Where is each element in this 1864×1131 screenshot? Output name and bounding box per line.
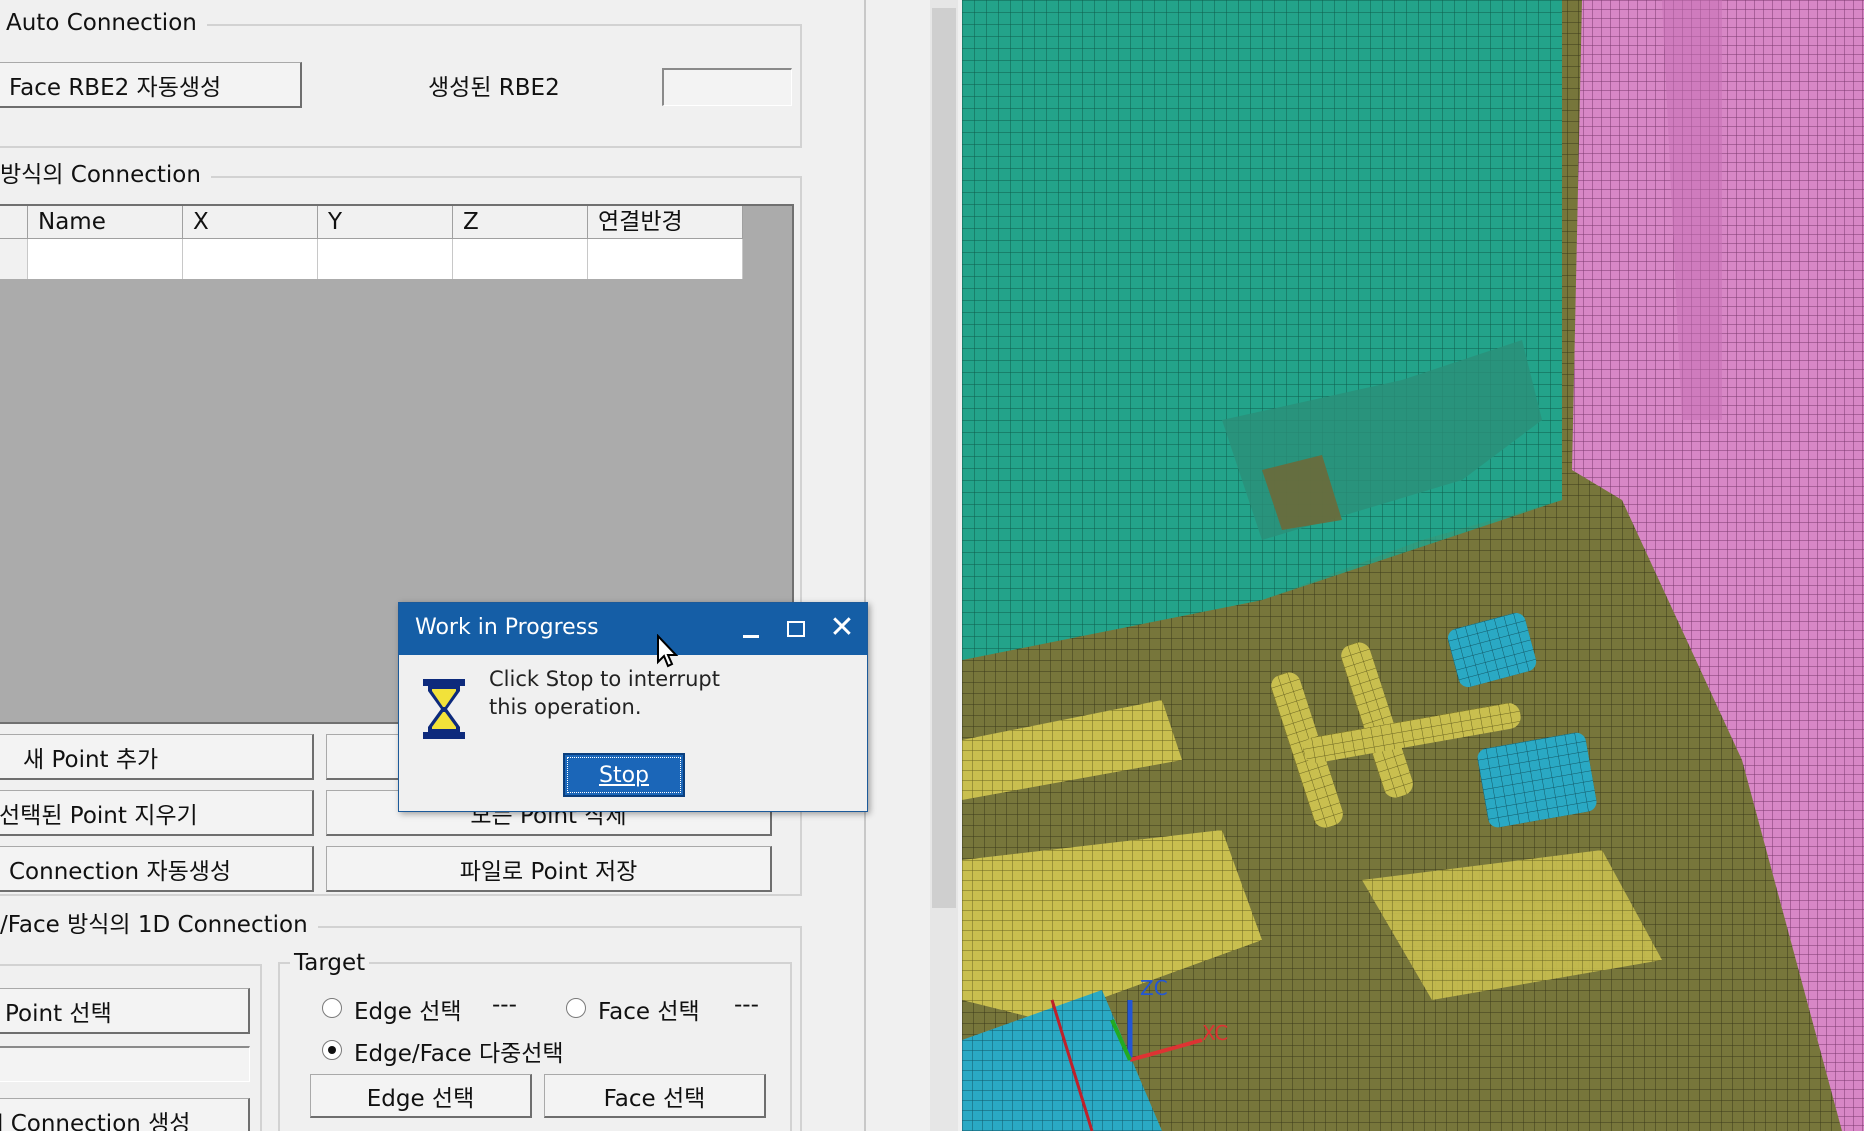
minimize-icon[interactable]: [737, 615, 765, 643]
maximize-icon[interactable]: [783, 615, 811, 643]
created-rbe2-field[interactable]: [662, 68, 792, 106]
dialog-message-line1: Click Stop to interrupt: [489, 667, 720, 691]
table-cell[interactable]: [318, 239, 453, 279]
hourglass-icon: [421, 677, 467, 741]
table-cell[interactable]: [28, 239, 183, 279]
point-connection-title: 방식의 Connection: [0, 160, 211, 190]
edge-select-status: ---: [492, 992, 517, 1018]
target-title: Target: [290, 948, 370, 978]
stop-button[interactable]: Stop: [563, 753, 685, 797]
point-select-field[interactable]: [0, 1046, 250, 1082]
column-header-z[interactable]: Z: [453, 206, 588, 239]
table-row-header[interactable]: [0, 239, 28, 279]
column-header-name[interactable]: Name: [28, 206, 183, 239]
table-cell[interactable]: [183, 239, 318, 279]
mesh-model-render: ZC XC: [962, 0, 1864, 1131]
edge-select-radio-label[interactable]: Edge 선택: [354, 992, 462, 1026]
mouse-cursor-icon: [656, 633, 680, 670]
face-select-button[interactable]: Face 선택: [544, 1074, 766, 1118]
point-select-button[interactable]: Point 선택: [0, 988, 250, 1034]
work-in-progress-dialog: Work in Progress ✕ Click Stop to interru…: [398, 602, 868, 812]
edge-select-radio[interactable]: [322, 998, 342, 1018]
table-cell[interactable]: [453, 239, 588, 279]
column-header-radius[interactable]: 연결반경: [588, 206, 743, 239]
z-axis-label: ZC: [1140, 976, 1168, 1000]
column-header-y[interactable]: Y: [318, 206, 453, 239]
connection-auto-create-button[interactable]: Connection 자동생성: [0, 846, 314, 892]
dialog-message: Click Stop to interrupt this operation.: [489, 665, 720, 721]
edge-face-connection-title: /Face 방식의 1D Connection: [0, 910, 318, 940]
x-axis-label: XC: [1202, 1021, 1228, 1045]
dialog-message-line2: this operation.: [489, 695, 642, 719]
table-cell[interactable]: [588, 239, 743, 279]
add-point-button[interactable]: 새 Point 추가: [0, 734, 314, 780]
connection-create-button[interactable]: l Connection 생성: [0, 1098, 250, 1131]
panel-scrollbar-thumb[interactable]: [932, 8, 956, 908]
column-header-x[interactable]: X: [183, 206, 318, 239]
face-select-radio[interactable]: [566, 998, 586, 1018]
created-rbe2-label: 생성된 RBE2: [428, 75, 560, 101]
face-rbe2-auto-button[interactable]: Face RBE2 자동생성: [0, 62, 302, 108]
auto-connection-title: Auto Connection: [0, 8, 207, 38]
face-select-radio-label[interactable]: Face 선택: [598, 992, 700, 1026]
save-points-to-file-button[interactable]: 파일로 Point 저장: [326, 846, 772, 892]
dialog-title: Work in Progress: [415, 615, 599, 640]
edge-face-multi-radio-label[interactable]: Edge/Face 다중선택: [354, 1034, 564, 1068]
dialog-titlebar[interactable]: Work in Progress ✕: [399, 603, 867, 655]
connection-panel: Auto Connection Face RBE2 자동생성 생성된 RBE2 …: [0, 0, 865, 1131]
panel-divider: [864, 0, 866, 1131]
row-header-cell: [0, 206, 28, 239]
edge-face-multi-radio[interactable]: [322, 1040, 342, 1060]
graphics-viewport[interactable]: ZC XC: [962, 0, 1864, 1131]
edge-select-button[interactable]: Edge 선택: [310, 1074, 532, 1118]
close-icon[interactable]: ✕: [827, 613, 857, 643]
face-select-status: ---: [734, 992, 759, 1018]
delete-selected-point-button[interactable]: 선택된 Point 지우기: [0, 790, 314, 836]
